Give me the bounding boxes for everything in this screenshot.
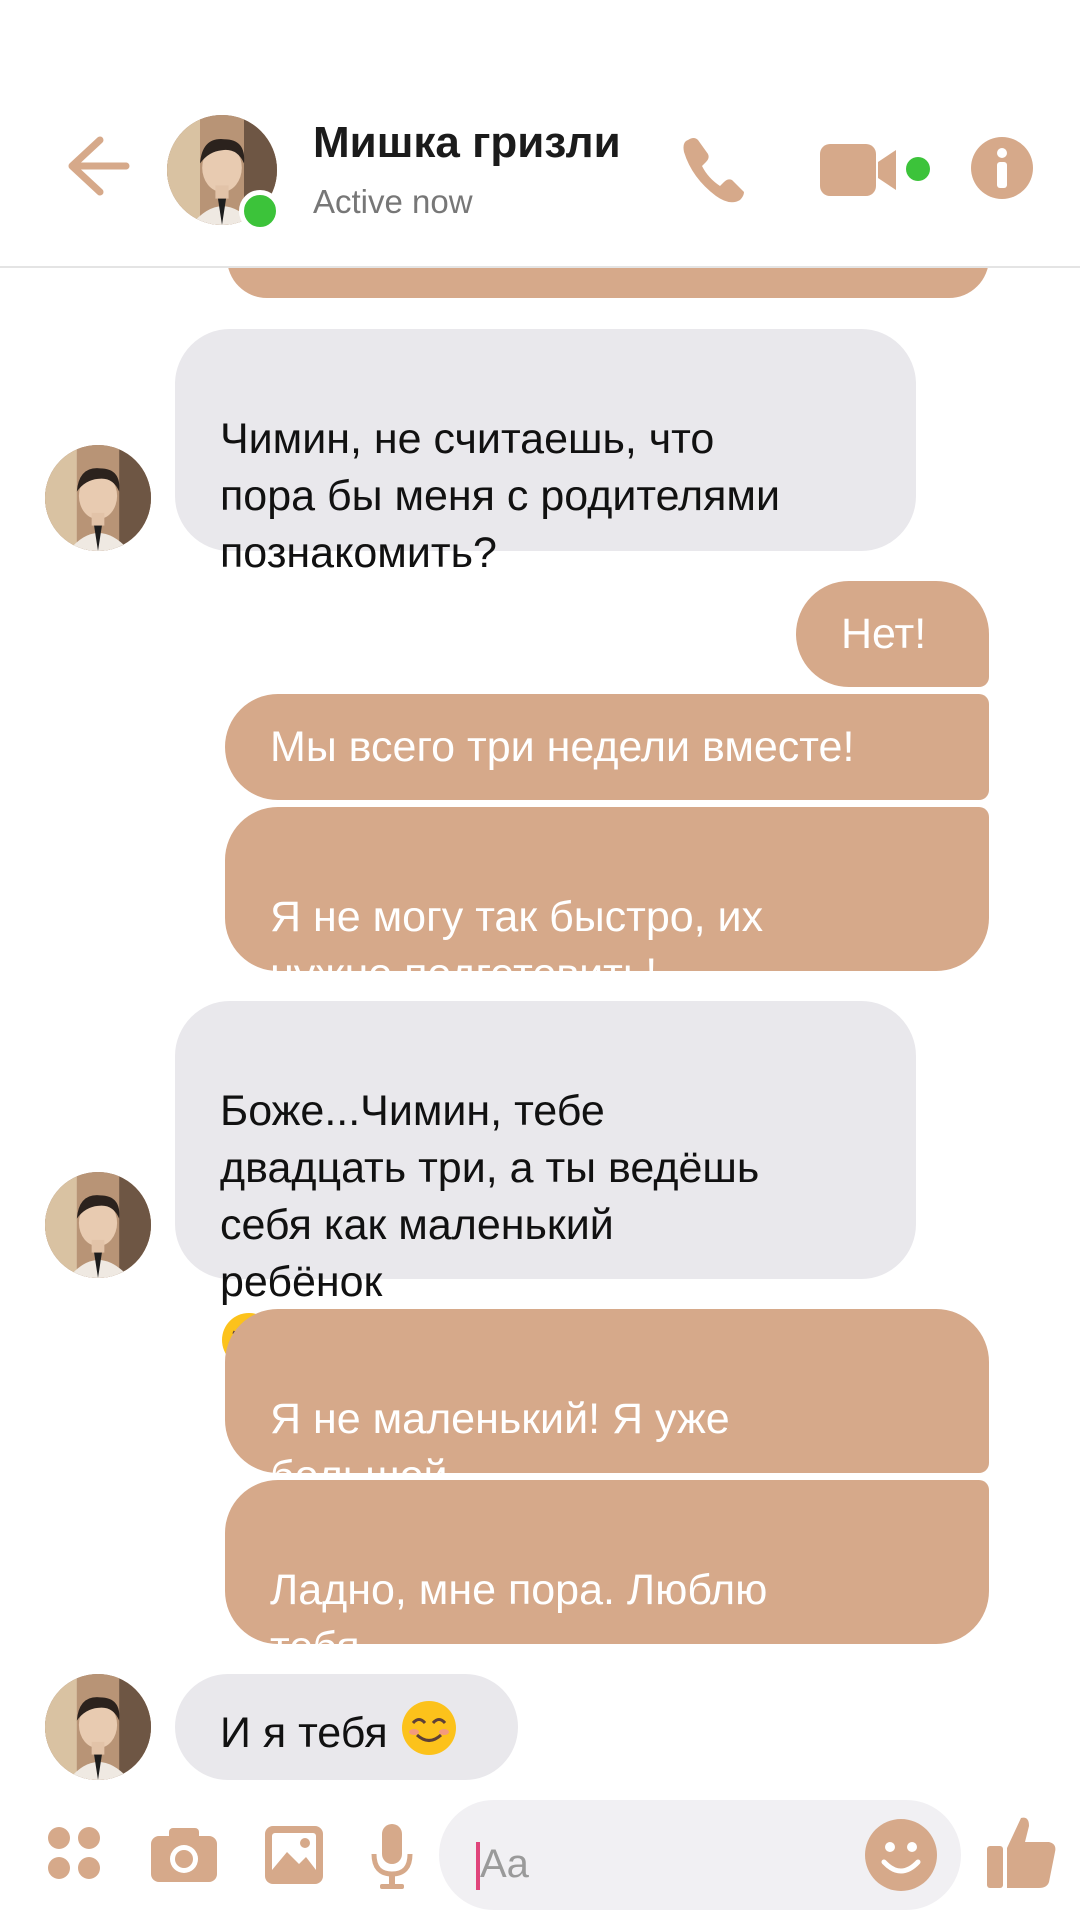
camera-icon[interactable] [149,1824,219,1884]
smiley-icon[interactable] [864,1818,938,1892]
message-bubble-outgoing[interactable]: Нет! [796,581,989,687]
message-bubble-incoming[interactable]: Чимин, не считаешь, что пора бы меня с р… [175,329,916,577]
message-text: Боже...Чимин, тебе двадцать три, а ты ве… [220,1087,760,1306]
message-input-placeholder: Aa [480,1842,529,1886]
message-text: Чимин, не считаешь, что пора бы меня с р… [220,415,781,577]
thumbs-up-icon[interactable] [985,1812,1057,1890]
message-composer: Aa [0,1800,1080,1920]
message-bubble-incoming[interactable]: И я тебя [175,1674,518,1780]
message-text: Мы всего три недели вместе! [270,723,855,771]
image-icon[interactable] [263,1824,325,1886]
contact-status: Active now [313,183,473,220]
message-text: Нет! [841,610,927,658]
message-text: Я не могу так быстро, их нужно подготови… [270,893,764,998]
arrow-left-icon[interactable] [58,130,130,202]
message-bubble-outgoing[interactable]: Я не маленький! Я уже большой. [225,1309,989,1500]
message-bubble-outgoing[interactable] [227,266,989,298]
message-text: И я тебя [220,1709,388,1757]
video-camera-icon[interactable] [818,142,910,198]
contact-avatar[interactable] [45,1674,151,1780]
message-bubble-outgoing[interactable]: Мы всего три недели вместе! [225,694,989,800]
online-status-dot [239,190,281,232]
contact-name[interactable]: Мишка гризли [313,118,621,168]
info-icon[interactable] [970,136,1034,200]
apps-grid-icon[interactable] [46,1825,102,1881]
message-bubble-outgoing[interactable]: Ладно, мне пора. Люблю тебя [225,1480,989,1732]
video-active-dot [906,157,930,181]
message-bubble-outgoing[interactable]: Я не могу так быстро, их нужно подготови… [225,807,989,998]
phone-icon[interactable] [678,132,750,208]
contact-avatar[interactable] [45,445,151,551]
message-list[interactable]: Чимин, не считаешь, что пора бы меня с р… [0,266,1080,1800]
microphone-icon[interactable] [370,1822,414,1892]
message-text: Ладно, мне пора. Люблю тебя [270,1566,768,1671]
message-bubble-incoming[interactable]: Боже...Чимин, тебе двадцать три, а ты ве… [175,1001,916,1367]
chat-header: Мишка гризли Active now [0,0,1080,268]
smiling-blush-emoji [401,1701,456,1755]
contact-avatar[interactable] [45,1172,151,1278]
